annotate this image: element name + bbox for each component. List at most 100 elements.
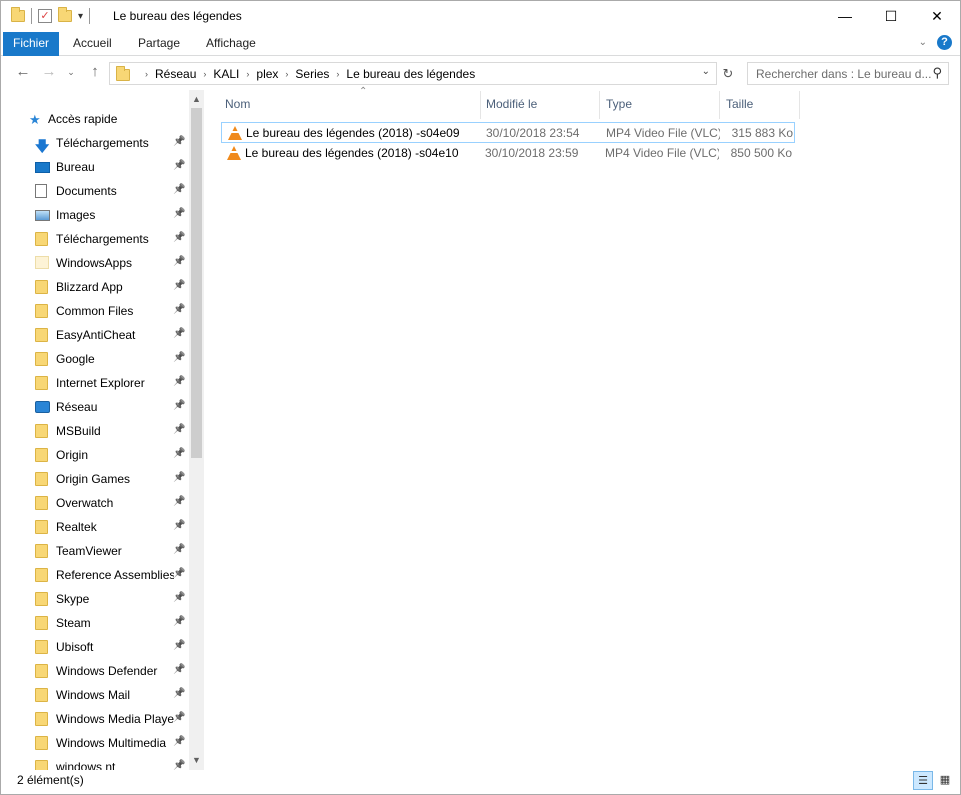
pin-icon[interactable]: 📌 — [173, 664, 185, 675]
pin-icon[interactable]: 📌 — [173, 160, 185, 171]
breadcrumb-separator-icon[interactable]: › — [285, 69, 288, 79]
column-header-date[interactable]: Modifié le — [480, 91, 600, 119]
sidebar-item[interactable]: Steam 📌 — [1, 611, 189, 635]
pin-icon[interactable]: 📌 — [173, 352, 185, 363]
up-arrow-icon[interactable]: ↑ — [85, 63, 105, 80]
breadcrumb-plex[interactable]: plex — [256, 67, 278, 81]
properties-icon[interactable]: ✓ — [38, 9, 52, 23]
pin-icon[interactable]: 📌 — [173, 760, 185, 770]
pin-icon[interactable]: 📌 — [173, 616, 185, 627]
breadcrumb-separator-icon[interactable]: › — [336, 69, 339, 79]
search-input[interactable]: Rechercher dans : Le bureau d... ⚲ — [747, 62, 949, 85]
pin-icon[interactable]: 📌 — [173, 280, 185, 291]
sidebar-item[interactable]: Windows Media Player 📌 — [1, 707, 189, 731]
column-header-name[interactable]: Nom ⌃ — [219, 86, 481, 119]
pin-icon[interactable]: 📌 — [173, 448, 185, 459]
sidebar-item[interactable]: Skype 📌 — [1, 587, 189, 611]
scroll-down-icon[interactable]: ▼ — [189, 753, 204, 768]
expand-ribbon-icon[interactable]: ⌄ — [919, 37, 927, 48]
refresh-icon[interactable]: ↻ — [719, 66, 737, 84]
sidebar-item[interactable]: Blizzard App 📌 — [1, 275, 189, 299]
scroll-up-icon[interactable]: ▲ — [189, 92, 204, 107]
pin-icon[interactable]: 📌 — [173, 376, 185, 387]
file-row[interactable]: Le bureau des légendes (2018) -s04e09 30… — [221, 122, 795, 143]
close-button[interactable]: ✕ — [914, 1, 960, 31]
sidebar-item[interactable]: Windows Defender 📌 — [1, 659, 189, 683]
column-header-label: Nom — [225, 97, 251, 111]
sidebar-item[interactable]: Internet Explorer 📌 — [1, 371, 189, 395]
sidebar-item[interactable]: WindowsApps 📌 — [1, 251, 189, 275]
folder-icon — [35, 496, 48, 510]
customize-toolbar-dropdown-icon[interactable]: ▾ — [78, 11, 83, 22]
sidebar-item[interactable]: Common Files 📌 — [1, 299, 189, 323]
help-icon[interactable]: ? — [937, 35, 952, 50]
pin-icon[interactable]: 📌 — [173, 184, 185, 195]
sidebar-item[interactable]: Reference Assemblies 📌 — [1, 563, 189, 587]
sidebar-item[interactable]: Ubisoft 📌 — [1, 635, 189, 659]
column-header-size[interactable]: Taille — [720, 91, 800, 119]
sidebar-item[interactable]: Windows Mail 📌 — [1, 683, 189, 707]
recent-locations-dropdown-icon[interactable]: ⌄ — [61, 67, 81, 78]
tab-accueil[interactable]: Accueil — [61, 32, 124, 56]
tab-partage[interactable]: Partage — [126, 32, 192, 56]
sidebar-item[interactable]: 🡇 Téléchargements 📌 — [1, 131, 189, 155]
pin-icon[interactable]: 📌 — [173, 712, 185, 723]
pin-icon[interactable]: 📌 — [173, 208, 185, 219]
address-dropdown-icon[interactable]: ⌄ — [702, 66, 710, 77]
sidebar-item[interactable]: Images 📌 — [1, 203, 189, 227]
sidebar-item[interactable]: windows nt 📌 — [1, 755, 189, 770]
breadcrumb-separator-icon[interactable]: › — [145, 69, 148, 79]
pin-icon[interactable]: 📌 — [173, 256, 185, 267]
pin-icon[interactable]: 📌 — [173, 328, 185, 339]
tab-affichage[interactable]: Affichage — [194, 32, 268, 56]
minimize-button[interactable]: — — [822, 1, 868, 31]
tab-fichier[interactable]: Fichier — [3, 32, 59, 56]
breadcrumb-series[interactable]: Series — [295, 67, 329, 81]
file-row[interactable]: Le bureau des légendes (2018) -s04e10 30… — [221, 143, 795, 164]
sidebar-scrollbar[interactable]: ▲ ▼ — [189, 90, 204, 770]
pin-icon[interactable]: 📌 — [173, 400, 185, 411]
sidebar-item[interactable]: Windows Multimedia 📌 — [1, 731, 189, 755]
sidebar-item[interactable]: Realtek 📌 — [1, 515, 189, 539]
pin-icon[interactable]: 📌 — [173, 568, 185, 579]
maximize-button[interactable]: ☐ — [868, 1, 914, 31]
sidebar-item[interactable]: TeamViewer 📌 — [1, 539, 189, 563]
large-icons-view-button[interactable]: ▦ — [935, 771, 955, 790]
pin-icon[interactable]: 📌 — [173, 592, 185, 603]
sidebar-item[interactable]: Overwatch 📌 — [1, 491, 189, 515]
pin-icon[interactable]: 📌 — [173, 424, 185, 435]
sidebar-item[interactable]: Téléchargements 📌 — [1, 227, 189, 251]
pin-icon[interactable]: 📌 — [173, 544, 185, 555]
address-bar[interactable]: › Réseau › KALI › plex › Series › Le bur… — [109, 62, 717, 85]
pin-icon[interactable]: 📌 — [173, 304, 185, 315]
new-folder-icon[interactable] — [58, 7, 72, 22]
forward-arrow-icon[interactable]: → — [39, 63, 59, 80]
sidebar-item[interactable]: Documents 📌 — [1, 179, 189, 203]
pin-icon[interactable]: 📌 — [173, 640, 185, 651]
sidebar-item[interactable]: Origin 📌 — [1, 443, 189, 467]
sidebar-item-label: Réseau — [56, 400, 98, 414]
back-arrow-icon[interactable]: ← — [13, 63, 33, 80]
breadcrumb-separator-icon[interactable]: › — [203, 69, 206, 79]
pin-icon[interactable]: 📌 — [173, 520, 185, 531]
pin-icon[interactable]: 📌 — [173, 688, 185, 699]
pin-icon[interactable]: 📌 — [173, 232, 185, 243]
breadcrumb-current-folder[interactable]: Le bureau des légendes — [346, 67, 475, 81]
pin-icon[interactable]: 📌 — [173, 736, 185, 747]
breadcrumb-separator-icon[interactable]: › — [246, 69, 249, 79]
details-view-button[interactable]: ☰ — [913, 771, 933, 790]
breadcrumb-reseau[interactable]: Réseau — [155, 67, 196, 81]
pin-icon[interactable]: 📌 — [173, 136, 185, 147]
sidebar-item[interactable]: Origin Games 📌 — [1, 467, 189, 491]
breadcrumb-kali[interactable]: KALI — [213, 67, 239, 81]
sidebar-item[interactable]: EasyAntiCheat 📌 — [1, 323, 189, 347]
sidebar-item-quick-access[interactable]: ★ Accès rapide — [1, 107, 189, 131]
scrollbar-thumb[interactable] — [191, 108, 202, 458]
sidebar-item[interactable]: Google 📌 — [1, 347, 189, 371]
pin-icon[interactable]: 📌 — [173, 496, 185, 507]
sidebar-item[interactable]: MSBuild 📌 — [1, 419, 189, 443]
pin-icon[interactable]: 📌 — [173, 472, 185, 483]
sidebar-item[interactable]: Bureau 📌 — [1, 155, 189, 179]
column-header-type[interactable]: Type — [600, 91, 720, 119]
sidebar-item[interactable]: Réseau 📌 — [1, 395, 189, 419]
